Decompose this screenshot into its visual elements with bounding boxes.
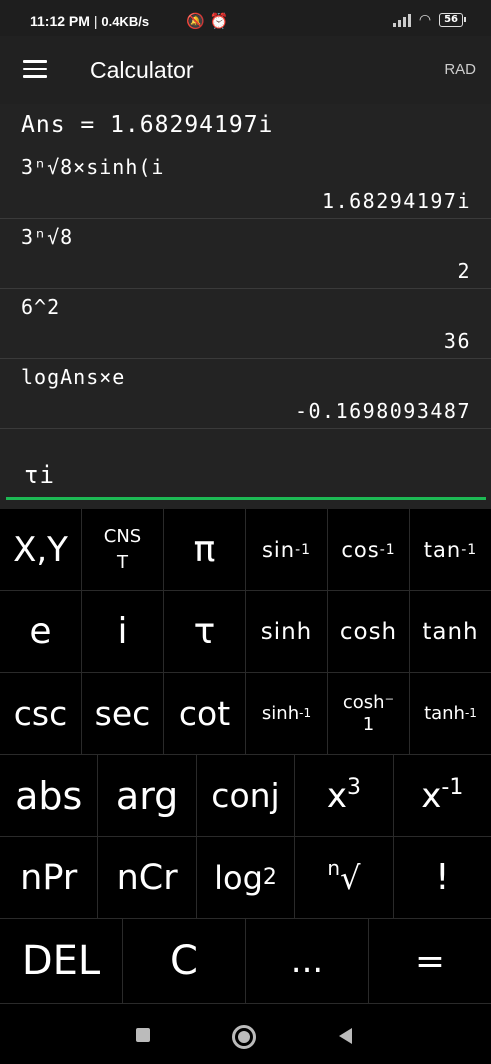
cosh-key[interactable]: cosh [328,591,410,673]
ncr-key[interactable]: nCr [98,837,197,919]
app-bar: Calculator RAD [0,36,491,104]
signal-icon [392,13,411,27]
history-entry[interactable]: 6^2 36 [0,289,491,359]
history-entry[interactable]: 3ⁿ√8×sinh(i 1.68294197i [0,149,491,219]
recents-icon[interactable] [136,1028,150,1042]
acosh-key[interactable]: cosh⁻ 1 [328,673,410,755]
atanh-key[interactable]: tanh -1 [410,673,491,755]
e-key[interactable]: e [0,591,82,673]
cot-key[interactable]: cot [164,673,246,755]
abs-key[interactable]: abs [0,755,99,837]
angle-mode-toggle[interactable]: RAD [444,61,476,78]
history-result: -0.1698093487 [294,399,471,423]
i-key[interactable]: i [82,591,164,673]
factorial-key[interactable]: ! [393,837,491,919]
history-expression: logAns×e [21,365,126,389]
acos-key[interactable]: cos -1 [328,509,410,591]
equals-button[interactable]: = [369,919,491,1004]
ans-line: Ans = 1.68294197i [21,112,274,138]
pi-key[interactable]: π [164,509,246,591]
history-result: 1.68294197i [322,189,471,213]
keypad: X,Y CNS T π sin -1 cos -1 tan -1 e i τ sinh … [0,509,491,1004]
back-icon[interactable] [339,1028,352,1044]
constants-key[interactable]: CNS T [82,509,164,591]
asinh-key[interactable]: sinh -1 [246,673,328,755]
menu-icon[interactable] [23,60,47,78]
cube-key[interactable]: x3 [295,755,394,837]
xy-key[interactable]: X,Y [0,509,82,591]
history-expression: 6^2 [21,295,61,319]
history-expression: 3ⁿ√8 [21,225,74,249]
history-entry[interactable]: 3ⁿ√8 2 [0,219,491,289]
app-title: Calculator [90,57,194,83]
system-nav-bar [0,1004,491,1064]
tau-key[interactable]: τ [164,591,246,673]
delete-button[interactable]: DEL [0,919,123,1004]
conj-key[interactable]: conj [196,755,296,837]
npr-key[interactable]: nPr [0,837,99,919]
status-time: 11:12 PM | 0.4KB/s [30,13,150,29]
current-input[interactable]: τi [24,461,55,489]
status-bar: 11:12 PM | 0.4KB/s 🔕 ⏰ ◠ 56 [0,0,491,36]
more-button[interactable]: ... [246,919,369,1004]
sec-key[interactable]: sec [82,673,164,755]
nth-root-key[interactable]: n √ [295,837,394,919]
input-underline [6,497,486,500]
home-icon[interactable] [232,1025,256,1049]
log2-key[interactable]: log 2 [196,837,296,919]
history-entry[interactable]: logAns×e -0.1698093487 [0,359,491,429]
history-expression: 3ⁿ√8×sinh(i [21,155,165,179]
history-result: 2 [457,259,471,283]
arg-key[interactable]: arg [98,755,197,837]
clear-button[interactable]: C [123,919,246,1004]
notification-icons: 🔕 ⏰ [186,12,229,30]
wifi-icon: ◠ [418,12,432,28]
sinh-key[interactable]: sinh [246,591,328,673]
atan-key[interactable]: tan -1 [410,509,491,591]
calculator-display: Ans = 1.68294197i 3ⁿ√8×sinh(i 1.68294197… [0,104,491,509]
history-result: 36 [443,329,471,353]
asin-key[interactable]: sin -1 [246,509,328,591]
csc-key[interactable]: csc [0,673,82,755]
reciprocal-key[interactable]: x -1 [393,755,491,837]
battery-icon: 56 [439,13,466,27]
tanh-key[interactable]: tanh [410,591,491,673]
